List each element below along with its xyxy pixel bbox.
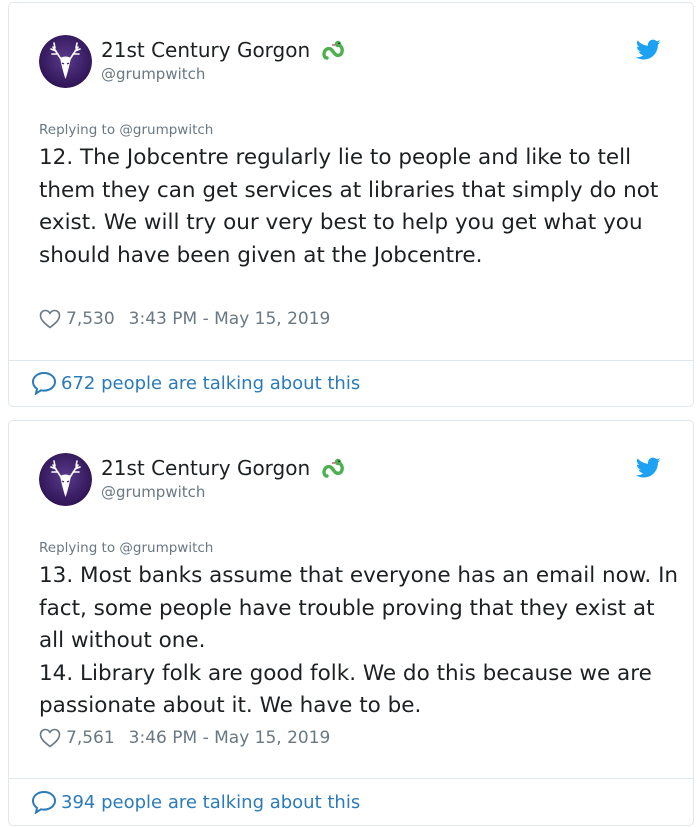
avatar[interactable]: [39, 453, 92, 506]
tweet-header: 21st Century Gorgon @grumpwitch: [39, 35, 663, 91]
heart-icon[interactable]: [39, 728, 61, 748]
handle[interactable]: @grumpwitch: [101, 65, 205, 83]
talking-count[interactable]: 394 people are talking about this: [61, 792, 360, 813]
twitter-bird-icon[interactable]: [636, 39, 661, 61]
speech-bubble-icon: [31, 371, 57, 395]
stag-avatar-icon: [39, 35, 92, 88]
twitter-bird-icon[interactable]: [636, 457, 661, 479]
speech-bubble-icon: [31, 790, 57, 814]
display-name[interactable]: 21st Century Gorgon: [101, 456, 310, 480]
conversation-link[interactable]: 394 people are talking about this: [31, 790, 360, 814]
tweet-paragraph: 14. Library folk are good folk. We do th…: [39, 660, 652, 719]
replying-to[interactable]: Replying to @grumpwitch: [39, 540, 213, 556]
timestamp[interactable]: 3:43 PM - May 15, 2019: [129, 309, 331, 329]
tweet-meta: 7,561 3:46 PM - May 15, 2019: [39, 728, 330, 748]
divider: [9, 778, 693, 779]
avatar[interactable]: [39, 35, 92, 88]
snake-emoji-icon: [322, 458, 345, 478]
tweet-card[interactable]: 21st Century Gorgon @grumpwitch Replying…: [8, 420, 694, 826]
tweet-header: 21st Century Gorgon @grumpwitch: [39, 453, 663, 509]
like-count[interactable]: 7,530: [66, 309, 115, 329]
tweet-paragraph: 12. The Jobcentre regularly lie to peopl…: [39, 145, 659, 268]
stag-avatar-icon: [39, 453, 92, 506]
tweet-card[interactable]: 21st Century Gorgon @grumpwitch Replying…: [8, 2, 694, 407]
talking-count[interactable]: 672 people are talking about this: [61, 373, 360, 394]
replying-to[interactable]: Replying to @grumpwitch: [39, 122, 213, 138]
display-name[interactable]: 21st Century Gorgon: [101, 38, 310, 62]
timestamp[interactable]: 3:46 PM - May 15, 2019: [129, 728, 331, 748]
snake-emoji-icon: [322, 40, 345, 60]
name-row[interactable]: 21st Century Gorgon: [101, 38, 349, 62]
conversation-link[interactable]: 672 people are talking about this: [31, 371, 360, 395]
name-row[interactable]: 21st Century Gorgon: [101, 456, 349, 480]
handle[interactable]: @grumpwitch: [101, 483, 205, 501]
tweet-text: 12. The Jobcentre regularly lie to peopl…: [39, 142, 679, 272]
tweet-text: 13. Most banks assume that everyone has …: [39, 560, 679, 723]
tweet-meta: 7,530 3:43 PM - May 15, 2019: [39, 309, 330, 329]
divider: [9, 360, 693, 361]
tweet-paragraph: 13. Most banks assume that everyone has …: [39, 563, 679, 653]
like-count[interactable]: 7,561: [66, 728, 115, 748]
heart-icon[interactable]: [39, 309, 61, 329]
